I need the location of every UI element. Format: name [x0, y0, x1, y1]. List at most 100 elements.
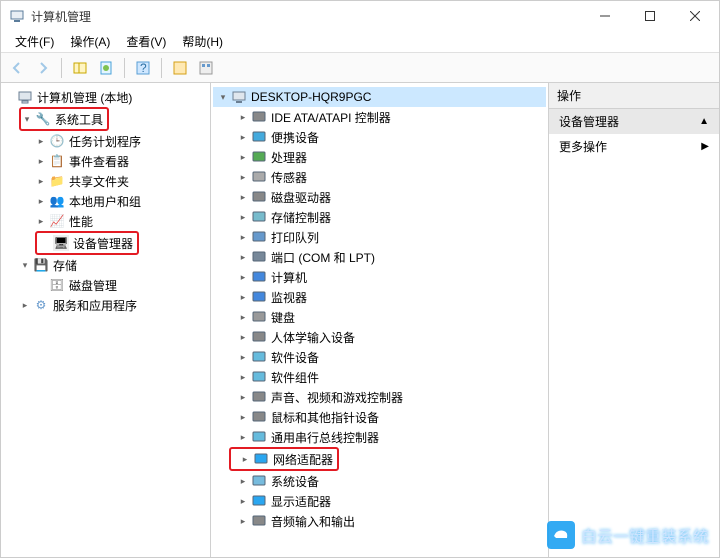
- content-area: 计算机管理 (本地) ▾ 🔧 系统工具 ▸🕒任务计划程序: [1, 83, 719, 557]
- device-icon: [251, 473, 267, 489]
- node-label: IDE ATA/ATAPI 控制器: [271, 109, 391, 126]
- device-root[interactable]: ▾ DESKTOP-HQR9PGC: [213, 87, 546, 107]
- device-tree: ▾ DESKTOP-HQR9PGC ▸ IDE ATA/ATAPI 控制器▸便携设…: [211, 83, 548, 535]
- device-category[interactable]: ▸ 传感器: [229, 167, 546, 187]
- device-category[interactable]: ▸显示适配器: [229, 491, 546, 511]
- node-label: 系统设备: [271, 473, 319, 490]
- device-category[interactable]: ▸键盘: [229, 307, 546, 327]
- device-category[interactable]: ▸网络适配器: [231, 449, 333, 469]
- tree-shared-folders[interactable]: ▸📁共享文件夹: [35, 171, 208, 191]
- tree-system-tools[interactable]: ▾ 🔧 系统工具: [21, 109, 103, 129]
- menu-file[interactable]: 文件(F): [7, 31, 62, 52]
- titlebar: 计算机管理: [1, 1, 719, 31]
- app-icon: [9, 8, 25, 24]
- actions-panel: 操作 设备管理器 ▲ 更多操作 ▶: [549, 83, 719, 557]
- tree-performance[interactable]: ▸📈性能: [35, 211, 208, 231]
- actions-more[interactable]: 更多操作 ▶: [549, 134, 719, 159]
- chevron-right-icon: ▸: [237, 311, 249, 323]
- device-category[interactable]: ▸音频输入和输出: [229, 511, 546, 531]
- node-label: 软件设备: [271, 349, 319, 366]
- toolbar-separator: [61, 58, 62, 78]
- device-icon: [251, 229, 267, 245]
- tools-icon: 🔧: [35, 111, 51, 127]
- device-category[interactable]: ▸计算机: [229, 267, 546, 287]
- chevron-right-icon: ▸: [237, 111, 249, 123]
- tree-services-apps[interactable]: ▸⚙服务和应用程序: [19, 295, 208, 315]
- node-label: 显示适配器: [271, 493, 331, 510]
- node-label: 处理器: [271, 149, 307, 166]
- device-category[interactable]: ▸端口 (COM 和 LPT): [229, 247, 546, 267]
- chevron-right-icon: ▸: [237, 191, 249, 203]
- folder-share-icon: 📁: [49, 173, 65, 189]
- device-icon: [251, 269, 267, 285]
- highlight-network-adapters: ▸网络适配器: [229, 447, 339, 471]
- node-label: DESKTOP-HQR9PGC: [251, 90, 371, 104]
- chevron-right-icon: ▸: [237, 151, 249, 163]
- highlight-system-tools: ▾ 🔧 系统工具: [19, 107, 109, 131]
- forward-button[interactable]: [31, 56, 55, 80]
- device-icon: [251, 429, 267, 445]
- back-button[interactable]: [5, 56, 29, 80]
- device-category[interactable]: ▸磁盘驱动器: [229, 187, 546, 207]
- properties-button[interactable]: [94, 56, 118, 80]
- device-category[interactable]: ▸存储控制器: [229, 207, 546, 227]
- chevron-down-icon: ▾: [21, 113, 33, 125]
- node-label: 传感器: [271, 169, 307, 186]
- chevron-right-icon: ▸: [35, 175, 47, 187]
- tree-task-scheduler[interactable]: ▸🕒任务计划程序: [35, 131, 208, 151]
- device-icon: [251, 169, 267, 185]
- tree-device-manager[interactable]: 🖥设备管理器: [53, 233, 133, 253]
- chevron-right-icon: ▸: [35, 195, 47, 207]
- show-hide-tree-button[interactable]: [68, 56, 92, 80]
- device-category[interactable]: ▸ IDE ATA/ATAPI 控制器: [229, 107, 546, 127]
- tree-local-users[interactable]: ▸👥本地用户和组: [35, 191, 208, 211]
- menu-view[interactable]: 查看(V): [118, 31, 174, 52]
- menu-action[interactable]: 操作(A): [62, 31, 118, 52]
- node-label: 共享文件夹: [69, 173, 129, 190]
- device-category[interactable]: ▸ 系统设备: [229, 471, 546, 491]
- tree-event-viewer[interactable]: ▸📋事件查看器: [35, 151, 208, 171]
- actions-group-label: 设备管理器: [559, 113, 619, 130]
- left-panel: 计算机管理 (本地) ▾ 🔧 系统工具 ▸🕒任务计划程序: [1, 83, 211, 557]
- menu-help[interactable]: 帮助(H): [174, 31, 231, 52]
- actions-group-device-manager[interactable]: 设备管理器 ▲: [549, 109, 719, 134]
- node-label: 性能: [69, 213, 93, 230]
- device-category[interactable]: ▸ 监视器: [229, 287, 546, 307]
- device-category[interactable]: ▸声音、视频和游戏控制器: [229, 387, 546, 407]
- performance-icon: 📈: [49, 213, 65, 229]
- tree-root-computer[interactable]: 计算机管理 (本地): [3, 87, 208, 107]
- services-icon: ⚙: [33, 297, 49, 313]
- chevron-right-icon: ▸: [237, 291, 249, 303]
- help-button[interactable]: ?: [131, 56, 155, 80]
- close-button[interactable]: [672, 1, 717, 31]
- device-category[interactable]: ▸ 处理器: [229, 147, 546, 167]
- node-label: 监视器: [271, 289, 307, 306]
- device-icon: [251, 129, 267, 145]
- maximize-button[interactable]: [627, 1, 672, 31]
- device-icon: [251, 109, 267, 125]
- chevron-right-icon: ▸: [237, 475, 249, 487]
- device-icon: [253, 451, 269, 467]
- minimize-button[interactable]: [582, 1, 627, 31]
- device-icon: [251, 289, 267, 305]
- toolbar-separator: [161, 58, 162, 78]
- device-category[interactable]: ▸便携设备: [229, 127, 546, 147]
- device-category[interactable]: ▸软件设备: [229, 347, 546, 367]
- device-category[interactable]: ▸鼠标和其他指针设备: [229, 407, 546, 427]
- view-resources-button[interactable]: [194, 56, 218, 80]
- chevron-right-icon: ▸: [19, 299, 31, 311]
- node-label: 鼠标和其他指针设备: [271, 409, 379, 426]
- collapse-icon: ▲: [699, 116, 709, 127]
- tree-storage[interactable]: ▾💾存储: [19, 255, 208, 275]
- device-category[interactable]: ▸人体学输入设备: [229, 327, 546, 347]
- tree-disk-management[interactable]: 🗄磁盘管理: [35, 275, 208, 295]
- device-category[interactable]: ▸通用串行总线控制器: [229, 427, 546, 447]
- svg-text:?: ?: [140, 61, 147, 75]
- device-category[interactable]: ▸软件组件: [229, 367, 546, 387]
- device-category[interactable]: ▸打印队列: [229, 227, 546, 247]
- view-devices-button[interactable]: [168, 56, 192, 80]
- chevron-right-icon: ▸: [237, 171, 249, 183]
- node-label: 存储: [53, 257, 77, 274]
- actions-more-label: 更多操作: [559, 138, 607, 155]
- node-label: 任务计划程序: [69, 133, 141, 150]
